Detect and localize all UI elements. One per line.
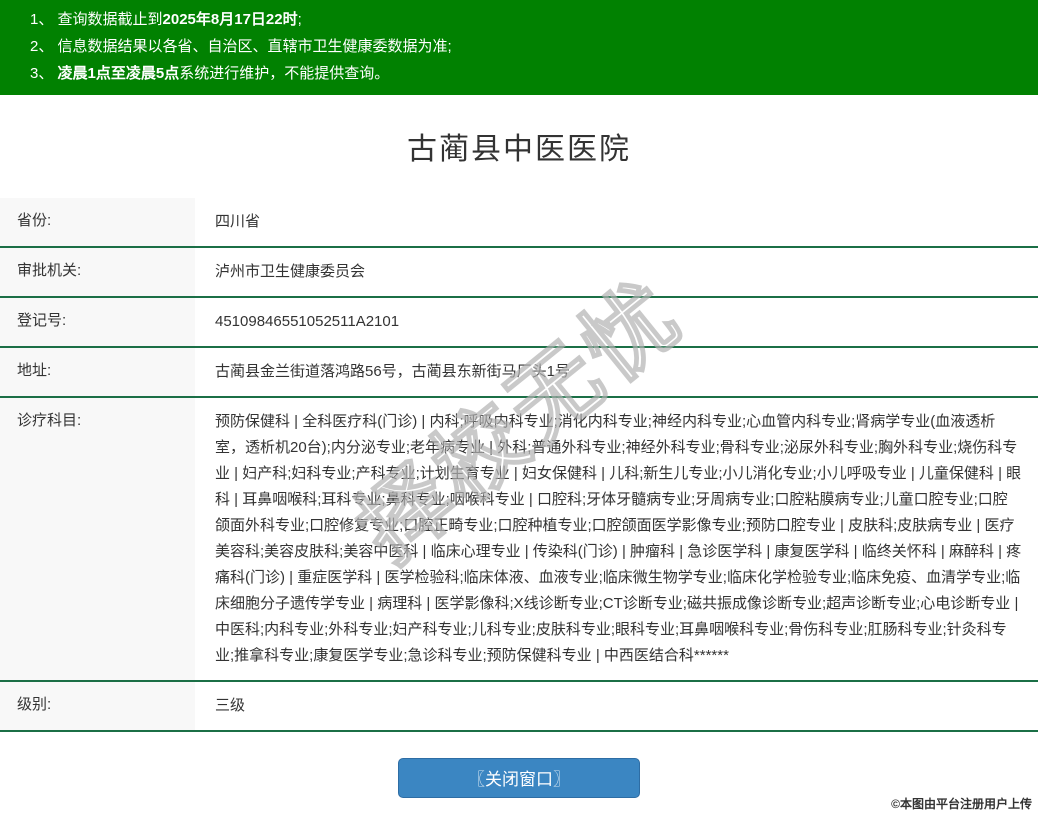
table-row-medical-departments: 诊疗科目: 预防保健科 | 全科医疗科(门诊) | 内科;呼吸内科专业;消化内科… — [0, 398, 1038, 682]
notice-text: 1、 查询数据截止到 — [30, 11, 163, 28]
hospital-name-title: 古蔺县中医医院 — [0, 124, 1038, 168]
notice-text: 系统进行维护，不能提供查询。 — [179, 65, 389, 82]
field-value-approval-authority: 泸州市卫生健康委员会 — [195, 248, 1038, 296]
field-value-province: 四川省 — [195, 198, 1038, 246]
notice-item-3: 3、 凌晨1点至凌晨5点系统进行维护，不能提供查询。 — [30, 60, 1028, 87]
field-value-registration-number: 45109846551052511A2101 — [195, 298, 1038, 346]
field-value-grade: 三级 — [195, 682, 1038, 730]
close-window-button[interactable]: 〖关闭窗口〗 — [398, 758, 640, 798]
image-upload-credit: ©本图由平台注册用户上传 — [891, 795, 1032, 812]
table-row-grade: 级别: 三级 — [0, 682, 1038, 732]
field-label-address: 地址: — [0, 348, 195, 396]
field-label-approval-authority: 审批机关: — [0, 248, 195, 296]
notice-item-2: 2、 信息数据结果以各省、自治区、直辖市卫生健康委数据为准; — [30, 33, 1028, 60]
field-value-medical-departments: 预防保健科 | 全科医疗科(门诊) | 内科;呼吸内科专业;消化内科专业;神经内… — [195, 398, 1038, 680]
notice-banner: 1、 查询数据截止到2025年8月17日22时; 2、 信息数据结果以各省、自治… — [0, 0, 1038, 95]
notice-text: ; — [298, 11, 302, 28]
notice-bold-text: 凌晨1点至凌晨5点 — [58, 65, 180, 82]
notice-item-1: 1、 查询数据截止到2025年8月17日22时; — [30, 6, 1028, 33]
field-value-address: 古蔺县金兰街道落鸿路56号，古蔺县东新街马厂头1号 — [195, 348, 1038, 396]
field-label-province: 省份: — [0, 198, 195, 246]
button-row: 〖关闭窗口〗 — [0, 758, 1038, 798]
table-row-approval-authority: 审批机关: 泸州市卫生健康委员会 — [0, 248, 1038, 298]
table-row-registration-number: 登记号: 45109846551052511A2101 — [0, 298, 1038, 348]
notice-text: 3、 — [30, 65, 58, 82]
notice-bold-text: 2025年8月17日22时 — [163, 11, 298, 28]
field-label-grade: 级别: — [0, 682, 195, 730]
field-label-registration-number: 登记号: — [0, 298, 195, 346]
hospital-info-table: 省份: 四川省 审批机关: 泸州市卫生健康委员会 登记号: 4510984655… — [0, 198, 1038, 732]
table-row-address: 地址: 古蔺县金兰街道落鸿路56号，古蔺县东新街马厂头1号 — [0, 348, 1038, 398]
field-label-medical-departments: 诊疗科目: — [0, 398, 195, 680]
table-row-province: 省份: 四川省 — [0, 198, 1038, 248]
notice-text: 2、 信息数据结果以各省、自治区、直辖市卫生健康委数据为准; — [30, 38, 452, 55]
